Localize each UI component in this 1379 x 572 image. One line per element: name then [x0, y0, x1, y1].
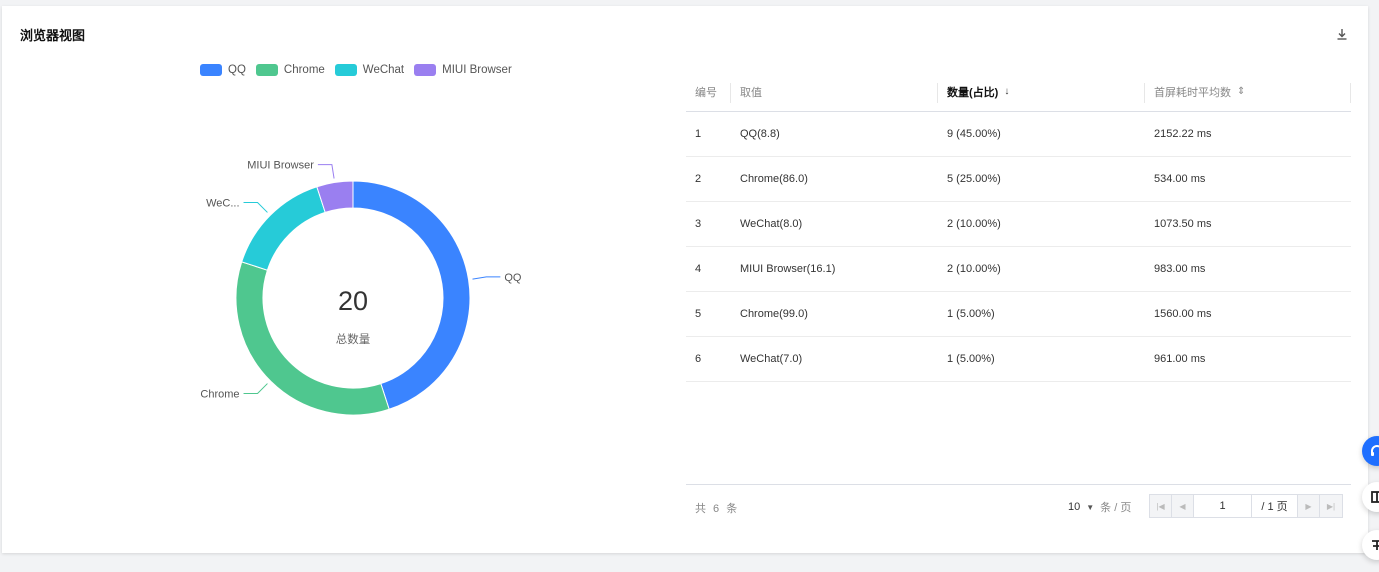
table-row: 3 WeChat(8.0) 2 (10.00%) 1073.50 ms [686, 202, 1351, 247]
cell-value: WeChat(8.0) [740, 218, 803, 230]
page-number-input[interactable] [1194, 495, 1252, 517]
slice-label: Chrome [200, 388, 239, 400]
cell-value: MIUI Browser(16.1) [740, 263, 836, 275]
slice-leader-line [472, 276, 501, 280]
page-size-value: 10 [1068, 501, 1081, 513]
donut-chart: QQ Chrome WeC... MIUI Browser 20 总数量 [200, 160, 522, 416]
slice-label: MIUI Browser [247, 160, 314, 172]
cell-count: 5 (25.00%) [947, 173, 1001, 185]
download-icon[interactable] [1335, 27, 1349, 41]
cell-avg-time: 961.00 ms [1154, 353, 1206, 365]
slice-label: WeC... [206, 198, 239, 210]
chevron-down-icon: ▼ [1086, 502, 1095, 512]
cell-value: Chrome(99.0) [740, 308, 808, 320]
table-row: 5 Chrome(99.0) 1 (5.00%) 1560.00 ms [686, 292, 1351, 337]
cell-index: 5 [695, 308, 702, 320]
slice-label: QQ [504, 272, 522, 284]
cell-index: 4 [695, 263, 702, 275]
cell-avg-time: 1073.50 ms [1154, 218, 1212, 230]
page-size-unit: 条 / 页 [1100, 502, 1132, 514]
sort-icon[interactable]: ⇕ [1237, 86, 1245, 97]
next-page-button[interactable]: ▶ [1298, 495, 1320, 517]
cell-count: 9 (45.00%) [947, 128, 1001, 140]
cell-value: WeChat(7.0) [740, 353, 803, 365]
donut-slice-qq[interactable] [352, 180, 471, 410]
cell-index: 1 [695, 128, 702, 140]
cell-avg-time: 1560.00 ms [1154, 308, 1212, 320]
slice-leader-line [243, 202, 268, 213]
donut-slice-wechat[interactable] [241, 186, 326, 271]
table-row: 6 WeChat(7.0) 1 (5.00%) 961.00 ms [686, 337, 1351, 382]
header-index: 编号 [686, 72, 731, 111]
prev-page-button[interactable]: ◀ [1172, 495, 1194, 517]
cell-index: 3 [695, 218, 702, 230]
header-label: 取值 [740, 86, 762, 99]
last-page-button[interactable]: ▶| [1320, 495, 1342, 517]
cell-value: QQ(8.8) [740, 128, 780, 140]
total-count: 共 6 条 [695, 503, 740, 515]
browser-view-panel: 浏览器视图 QQ Chrome WeChat MIUI Browser QQ Ch… [2, 6, 1368, 553]
cell-avg-time: 534.00 ms [1154, 173, 1206, 185]
slice-leader-line [243, 383, 268, 394]
total-pages: / 1 页 [1252, 495, 1298, 517]
cell-count: 1 (5.00%) [947, 353, 995, 365]
cell-avg-time: 2152.22 ms [1154, 128, 1212, 140]
header-label: 首屏耗时平均数 [1154, 86, 1231, 99]
table-row: 1 QQ(8.8) 9 (45.00%) 2152.22 ms [686, 112, 1351, 157]
table-row: 2 Chrome(86.0) 5 (25.00%) 534.00 ms [686, 157, 1351, 202]
cell-count: 1 (5.00%) [947, 308, 995, 320]
cell-count: 2 (10.00%) [947, 263, 1001, 275]
table-body: 1 QQ(8.8) 9 (45.00%) 2152.22 ms 2 Chrome(86.0… [686, 112, 1351, 382]
table-footer-divider [686, 484, 1351, 485]
cell-avg-time: 983.00 ms [1154, 263, 1206, 275]
expand-icon[interactable] [1362, 530, 1379, 560]
header-avg-time[interactable]: 首屏耗时平均数 ⇕ [1145, 72, 1351, 111]
cell-count: 2 (10.00%) [947, 218, 1001, 230]
cell-index: 6 [695, 353, 702, 365]
cell-index: 2 [695, 173, 702, 185]
cell-value: Chrome(86.0) [740, 173, 808, 185]
table-header: 编号 取值 数量(占比) ↓ 首屏耗时平均数 ⇕ [686, 72, 1351, 112]
data-table: 编号 取值 数量(占比) ↓ 首屏耗时平均数 ⇕ 1 QQ(8.8) 9 (45.00%… [686, 72, 1351, 382]
header-count[interactable]: 数量(占比) ↓ [938, 72, 1145, 111]
first-page-button[interactable]: |◀ [1150, 495, 1172, 517]
header-label: 数量(占比) [947, 86, 999, 99]
page-size-select[interactable]: 10 ▼ 条 / 页 [1068, 499, 1131, 515]
table-row: 4 MIUI Browser(16.1) 2 (10.00%) 983.00 ms [686, 247, 1351, 292]
header-label: 编号 [695, 86, 717, 99]
donut-center-value: 20 [338, 286, 368, 316]
pagination: |◀ ◀ / 1 页 ▶ ▶| [1149, 494, 1343, 518]
slice-leader-line [317, 164, 335, 179]
donut-center-label: 总数量 [336, 332, 371, 346]
sort-desc-icon[interactable]: ↓ [1004, 86, 1009, 97]
header-value: 取值 [731, 72, 938, 111]
